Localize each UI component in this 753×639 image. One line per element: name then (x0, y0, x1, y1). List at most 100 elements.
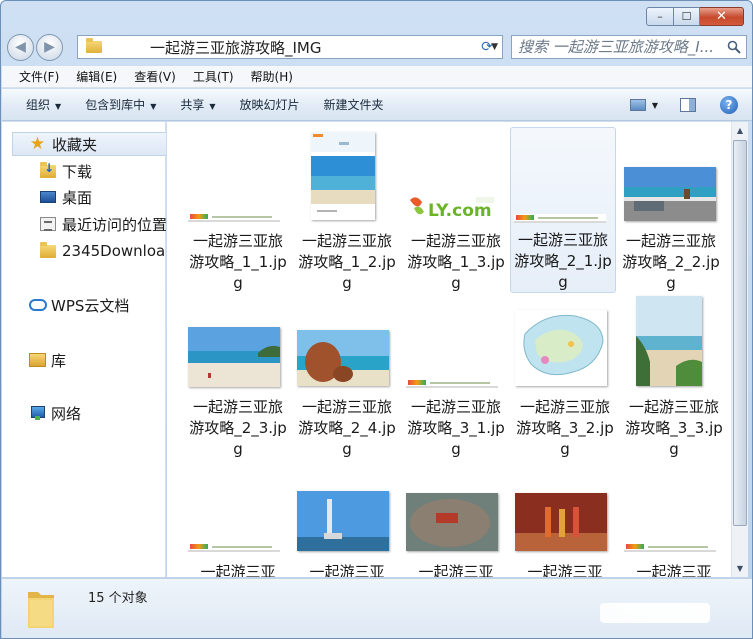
file-list: 一起游三亚旅游攻略_1_1.jpg 一起游三亚旅游攻略_1_2.jpg LY.c… (167, 122, 731, 577)
file-name: 一起游三亚 (527, 563, 603, 577)
help-icon[interactable]: ? (720, 96, 738, 114)
folder-icon (86, 38, 102, 53)
refresh-icon[interactable]: ⟳ (476, 35, 498, 59)
image-thumbnail (515, 493, 607, 551)
file-name: 一起游三亚 (636, 563, 712, 577)
minimize-button[interactable]: – (646, 7, 674, 26)
file-name: 一起游三亚旅游攻略_2_4.jpg (298, 398, 396, 458)
folder-icon (28, 592, 54, 628)
vertical-scrollbar[interactable]: ▲ ▼ (731, 122, 748, 577)
file-tile[interactable]: 一起游三亚旅游攻略_2_4.jpg (295, 294, 399, 458)
file-name: 一起游三亚旅游攻略_2_2.jpg (622, 232, 720, 292)
boulder-photo-icon (406, 493, 498, 551)
nav-libraries[interactable]: 库 (2, 348, 166, 372)
file-tile[interactable]: 一起游三亚旅游攻略_2_3.jpg (186, 294, 290, 458)
map-icon (515, 310, 607, 386)
image-thumbnail (514, 214, 606, 223)
file-name: 一起游三亚旅游攻略_3_3.jpg (625, 398, 723, 458)
search-icon[interactable] (727, 40, 741, 54)
scrollbar-thumb[interactable] (733, 140, 747, 526)
chevron-down-icon: ▼ (209, 102, 216, 111)
star-icon: ★ (29, 133, 46, 154)
file-tile[interactable]: 一起游三亚旅游攻略_3_2.jpg (513, 294, 617, 458)
nav-network[interactable]: 网络 (2, 401, 166, 425)
file-name: 一起游三亚旅游攻略_2_1.jpg (514, 231, 612, 291)
nav-wps-cloud[interactable]: WPS云文档 (2, 293, 166, 317)
image-thumbnail (406, 379, 498, 388)
command-bar: 组织 ▼ 包含到库中 ▼ 共享 ▼ 放映幻灯片 新建文件夹 ▼ ? (2, 89, 752, 121)
change-view-icon[interactable] (629, 99, 646, 111)
file-tile[interactable]: 一起游三亚 (622, 459, 726, 577)
file-tile[interactable]: 一起游三亚 (404, 459, 508, 577)
file-tile[interactable]: 一起游三亚 (513, 459, 617, 577)
network-icon (29, 405, 46, 421)
desktop-icon (40, 191, 56, 203)
file-name: 一起游三亚 (309, 563, 385, 577)
file-tile[interactable]: 一起游三亚旅游攻略_1_2.jpg (295, 128, 399, 292)
blurred-region (600, 603, 710, 623)
dance-photo-icon (515, 493, 607, 551)
back-arrow-icon: ◀ (15, 39, 26, 55)
file-name: 一起游三亚旅游攻略_1_3.jpg (407, 232, 505, 292)
image-thumbnail: LY.com (406, 194, 498, 222)
file-tile[interactable]: 一起游三亚 (295, 459, 399, 577)
chevron-down-icon: ▼ (55, 102, 62, 111)
image-thumbnail (515, 310, 607, 386)
file-name: 一起游三亚旅游攻略_3_2.jpg (516, 398, 614, 458)
include-in-library-button[interactable]: 包含到库中 ▼ (85, 96, 156, 113)
search-input[interactable] (518, 38, 726, 56)
ly-logo-icon: LY.com (410, 197, 494, 221)
maximize-button[interactable]: ☐ (674, 7, 700, 26)
folder-icon (40, 241, 56, 258)
shore-photo-icon (636, 296, 702, 386)
new-folder-button[interactable]: 新建文件夹 (324, 96, 384, 113)
file-tile[interactable]: 一起游三亚 (186, 459, 290, 577)
scroll-down-icon[interactable]: ▼ (732, 560, 748, 577)
nav-desktop[interactable]: 桌面 (2, 185, 166, 209)
menu-view[interactable]: 查看(V) (134, 68, 176, 85)
preview-pane-icon[interactable] (680, 98, 696, 112)
nav-favorites[interactable]: ★ 收藏夹 (12, 132, 166, 156)
file-name: 一起游三亚 (418, 563, 494, 577)
search-box[interactable] (511, 35, 747, 59)
menu-help[interactable]: 帮助(H) (251, 68, 293, 85)
image-thumbnail (188, 327, 280, 387)
address-path: 一起游三亚旅游攻略_IMG (150, 38, 322, 57)
nav-recent-places[interactable]: 最近访问的位置 (2, 212, 166, 236)
back-button[interactable]: ◀ (7, 33, 34, 61)
file-tile[interactable]: LY.com 一起游三亚旅游攻略_1_3.jpg (404, 128, 508, 292)
file-name: 一起游三亚 (200, 563, 276, 577)
close-button[interactable]: ✕ (700, 7, 744, 26)
menu-file[interactable]: 文件(F) (19, 68, 59, 85)
item-count: 15 个对象 (88, 591, 148, 606)
nav-2345downloads[interactable]: 2345Downloads (2, 239, 166, 263)
explorer-window: – ☐ ✕ ◀ ▶ 一起游三亚旅游攻略_IMG ▼ ⟳ 文件(F) 编辑(E) … (0, 0, 753, 639)
share-button[interactable]: 共享 ▼ (180, 96, 215, 113)
image-thumbnail (624, 543, 716, 552)
menu-edit[interactable]: 编辑(E) (76, 68, 117, 85)
promenade-photo-icon (624, 167, 716, 221)
address-bar[interactable]: 一起游三亚旅游攻略_IMG ▼ (77, 35, 503, 59)
file-tile[interactable]: 一起游三亚旅游攻略_3_1.jpg (404, 294, 508, 458)
image-thumbnail (188, 543, 280, 552)
file-tile-selected[interactable]: 一起游三亚旅游攻略_2_1.jpg (510, 127, 616, 293)
library-icon (29, 353, 46, 367)
menu-tools[interactable]: 工具(T) (193, 68, 234, 85)
file-name: 一起游三亚旅游攻略_1_2.jpg (298, 232, 396, 292)
slideshow-button[interactable]: 放映幻灯片 (240, 96, 300, 113)
view-options-chevron-icon[interactable]: ▼ (652, 101, 658, 110)
nav-downloads[interactable]: 下载 (2, 159, 166, 183)
scroll-up-icon[interactable]: ▲ (732, 122, 748, 139)
file-tile[interactable]: 一起游三亚旅游攻略_1_1.jpg (186, 128, 290, 292)
file-tile[interactable]: 一起游三亚旅游攻略_2_2.jpg (619, 128, 723, 292)
file-tile[interactable]: 一起游三亚旅游攻略_3_3.jpg (622, 294, 726, 458)
forward-button[interactable]: ▶ (36, 33, 63, 61)
file-name: 一起游三亚旅游攻略_1_1.jpg (189, 232, 287, 292)
rocks-photo-icon (297, 330, 389, 386)
recent-places-icon (40, 217, 56, 231)
svg-text:LY.com: LY.com (428, 201, 492, 221)
organize-button[interactable]: 组织 ▼ (26, 96, 61, 113)
view-controls: ▼ ? (629, 89, 752, 121)
caption-buttons: – ☐ ✕ (646, 7, 744, 26)
image-thumbnail (406, 493, 498, 551)
